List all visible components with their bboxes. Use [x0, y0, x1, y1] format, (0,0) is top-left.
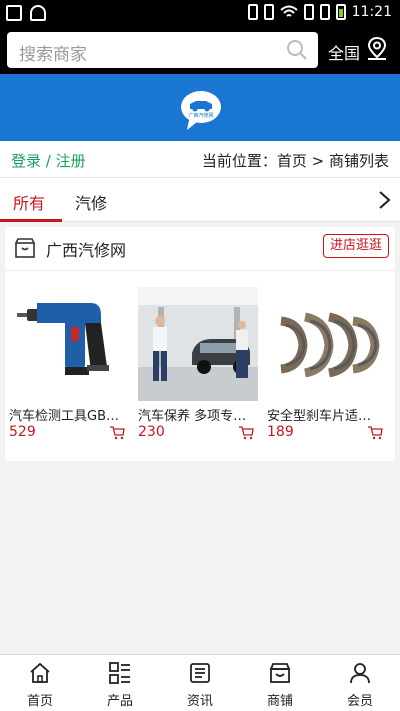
tabbar-label: 产品: [106, 694, 133, 709]
product-price: 189: [267, 424, 294, 440]
home-icon: [30, 662, 50, 683]
product-price: 230: [138, 424, 165, 440]
tabbar-label: 资讯: [186, 694, 213, 709]
product-name[interactable]: 汽车检测工具GB…: [9, 405, 131, 424]
product-name[interactable]: 安全型刹车片适…: [267, 405, 389, 424]
grid-list-icon: [109, 662, 130, 684]
shop-icon: [15, 238, 35, 258]
wifi-icon: [279, 5, 298, 17]
cart-icon[interactable]: [367, 426, 383, 440]
tab-auto-repair[interactable]: 汽修: [75, 190, 107, 214]
signal-icon: [319, 4, 330, 20]
clock: 11:21: [351, 4, 392, 20]
category-tabs: 所有 汽修: [0, 178, 400, 222]
shop-name[interactable]: 广西汽修网: [46, 237, 126, 261]
chevron-right-icon[interactable]: [376, 190, 392, 210]
product-image[interactable]: [267, 287, 387, 401]
tabbar-member[interactable]: 会员: [330, 661, 390, 709]
product-image[interactable]: [138, 287, 258, 401]
visit-shop-button[interactable]: 进店逛逛: [323, 234, 389, 258]
shop-header: 广西汽修网 进店逛逛: [5, 227, 395, 271]
tab-all[interactable]: 所有: [13, 190, 45, 214]
logo: 广西汽修网: [181, 91, 221, 130]
android-icon: [30, 5, 46, 21]
cart-icon[interactable]: [109, 426, 125, 440]
tabbar-label: 首页: [26, 694, 53, 709]
tabbar-label: 会员: [346, 694, 373, 709]
cart-icon[interactable]: [238, 426, 254, 440]
product-name[interactable]: 汽车保养 多项专…: [138, 405, 260, 424]
tabbar-label: 商铺: [266, 694, 293, 709]
product-card[interactable]: 安全型刹车片适… 189: [267, 287, 389, 447]
tabbar-shops[interactable]: 商铺: [250, 661, 310, 709]
shop-card: 广西汽修网 进店逛逛 汽车检测工具GB… 529 汽车保养 多项专… 230 安…: [5, 227, 395, 461]
search-icon[interactable]: [286, 39, 308, 61]
news-icon: [190, 663, 210, 683]
breadcrumb-bar: 登录 / 注册 当前位置：首页 > 商铺列表: [0, 141, 400, 178]
vibrate-icon: [247, 4, 258, 20]
product-card[interactable]: 汽车保养 多项专… 230: [138, 287, 260, 447]
region-selector[interactable]: 全国: [328, 40, 360, 64]
status-bar: 11:21: [0, 0, 400, 28]
product-card[interactable]: 汽车检测工具GB… 529: [9, 287, 131, 447]
breadcrumb: 当前位置：首页 > 商铺列表: [201, 152, 389, 170]
search-placeholder: 搜索商家: [19, 45, 87, 65]
product-image[interactable]: [9, 287, 129, 401]
location-icon[interactable]: [366, 36, 388, 60]
sim-icon: [303, 4, 314, 20]
login-register-link[interactable]: 登录 / 注册: [11, 150, 86, 171]
user-icon: [350, 663, 370, 684]
tabbar-news[interactable]: 资讯: [170, 661, 230, 709]
tabbar-products[interactable]: 产品: [90, 661, 150, 709]
sim-icon: [263, 4, 274, 20]
bottom-tabbar: 首页 产品 资讯 商铺 会员: [0, 654, 400, 711]
screenshot-icon: [6, 5, 22, 21]
store-icon: [269, 663, 291, 683]
product-price: 529: [9, 424, 36, 440]
tabbar-home[interactable]: 首页: [10, 661, 70, 709]
tab-indicator: [0, 219, 62, 222]
search-header: 搜索商家 全国: [0, 28, 400, 74]
battery-icon: [335, 4, 346, 20]
banner: 广西汽修网: [0, 74, 400, 141]
svg-text:广西汽修网: 广西汽修网: [188, 112, 213, 119]
search-input[interactable]: 搜索商家: [7, 32, 318, 68]
